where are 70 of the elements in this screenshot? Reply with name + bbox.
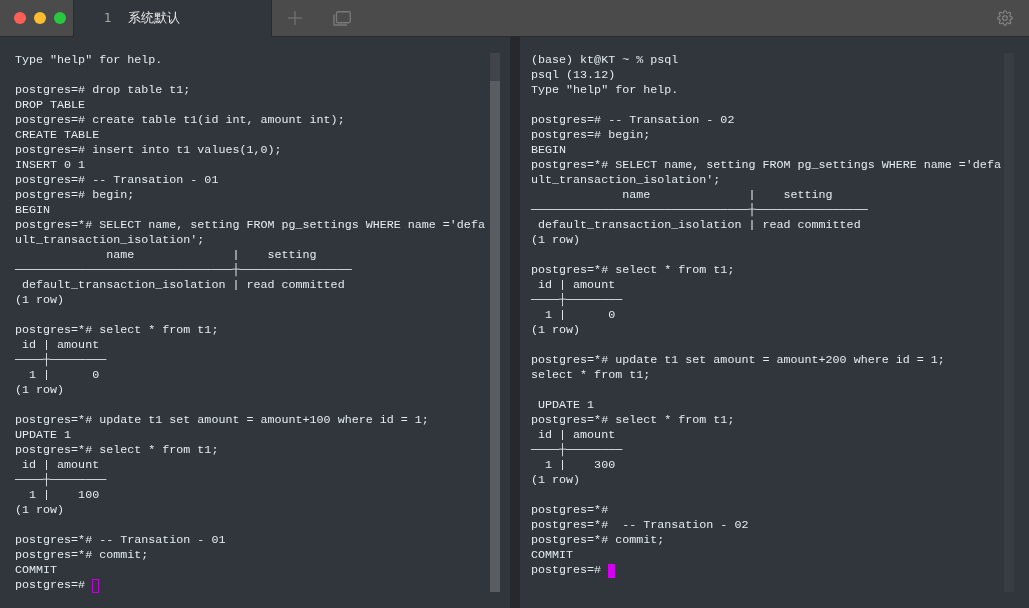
terminal-line: (1 row) bbox=[15, 383, 65, 398]
terminal-line: ────┼──────── bbox=[531, 443, 623, 458]
terminal-line: DROP TABLE bbox=[15, 98, 86, 113]
terminal-line: UPDATE 1 bbox=[537, 398, 595, 413]
terminal-line: postgres=# -- Transation - 02 bbox=[531, 113, 735, 128]
terminal-line: INSERT 0 1 bbox=[15, 158, 86, 173]
terminal-line: ───────────────────────────────┼──────────────── bbox=[15, 263, 352, 278]
terminal-line: BEGIN bbox=[15, 203, 51, 218]
terminal-line: postgres=# bbox=[15, 578, 86, 593]
settings-icon[interactable] bbox=[997, 10, 1013, 26]
terminal-line: postgres=*# SELECT name, setting FROM pg_settings WHERE name ='defa bbox=[531, 158, 1001, 173]
terminal-line: postgres=# begin; bbox=[15, 188, 135, 203]
close-button[interactable] bbox=[14, 12, 26, 24]
terminal-line: BEGIN bbox=[531, 143, 567, 158]
terminal-line: (1 row) bbox=[15, 503, 65, 518]
terminal-line: 1 | 300 bbox=[544, 458, 616, 473]
zoom-button[interactable] bbox=[54, 12, 66, 24]
terminal-line: name | setting bbox=[621, 188, 833, 203]
terminal-line: postgres=*# SELECT name, setting FROM pg_settings WHERE name ='defa bbox=[15, 218, 485, 233]
terminal-line: ult_transaction_isolation'; bbox=[531, 173, 721, 188]
terminal-line: postgres=*# select * from t1; bbox=[531, 413, 735, 428]
terminal-line: Type "help" for help. bbox=[15, 53, 163, 68]
terminal-line: postgres=*# commit; bbox=[531, 533, 665, 548]
terminal-line: postgres=*# -- Transation - 01 bbox=[15, 533, 226, 548]
terminal-line: id | amount bbox=[21, 458, 100, 473]
terminal-line: UPDATE 1 bbox=[15, 428, 72, 443]
terminal-line: postgres=# -- Transation - 01 bbox=[15, 173, 219, 188]
terminal-line: postgres=*# update t1 set amount = amount+200 where id = 1; bbox=[531, 353, 945, 368]
scrollbar[interactable] bbox=[490, 53, 500, 592]
terminal-line: (1 row) bbox=[531, 473, 581, 488]
terminal-line: default_transaction_isolation | read committed bbox=[21, 278, 345, 293]
terminal-line: postgres=# create table t1(id int, amount int); bbox=[15, 113, 345, 128]
terminal-line: (1 row) bbox=[531, 323, 581, 338]
terminal-line: postgres=*# select * from t1; bbox=[531, 263, 735, 278]
terminal-line: id | amount bbox=[537, 278, 616, 293]
terminal-line: postgres=*# -- Transation - 02 bbox=[531, 518, 749, 533]
terminal-line: id | amount bbox=[21, 338, 100, 353]
terminal-line: default_transaction_isolation | read committed bbox=[537, 218, 861, 233]
terminal-line: Type "help" for help. bbox=[531, 83, 679, 98]
terminal-line: postgres=# drop table t1; bbox=[15, 83, 191, 98]
windows-icon[interactable] bbox=[333, 10, 351, 26]
terminal-line: postgres=# insert into t1 values(1,0); bbox=[15, 143, 282, 158]
terminal-line: 1 | 0 bbox=[544, 308, 616, 323]
terminal-line: ────┼──────── bbox=[15, 353, 107, 368]
terminal-line: (base) kt@KT ~ % psql bbox=[531, 53, 679, 68]
terminal-line: psql (13.12) bbox=[531, 68, 616, 83]
terminal-line: select * from t1; bbox=[531, 368, 651, 383]
terminal-line: ────┼──────── bbox=[15, 473, 107, 488]
terminal-line: 1 | 100 bbox=[28, 488, 100, 503]
terminal-line: postgres=# begin; bbox=[531, 128, 651, 143]
terminal-line: (1 row) bbox=[15, 293, 65, 308]
terminal-line: COMMIT bbox=[531, 548, 574, 563]
terminal-line: (1 row) bbox=[531, 233, 581, 248]
terminal-line: ult_transaction_isolation'; bbox=[15, 233, 205, 248]
terminal-line: postgres=*# bbox=[531, 503, 609, 518]
terminal-line: name | setting bbox=[105, 248, 317, 263]
terminal-tab[interactable]: 1 系统默认 bbox=[73, 0, 272, 37]
terminal-line: postgres=*# select * from t1; bbox=[15, 443, 219, 458]
terminal-line: 1 | 0 bbox=[28, 368, 100, 383]
terminal-line: postgres=# bbox=[531, 563, 602, 578]
terminal-line: CREATE TABLE bbox=[15, 128, 100, 143]
terminal-line: id | amount bbox=[537, 428, 616, 443]
terminal-line: ───────────────────────────────┼──────────────── bbox=[531, 203, 868, 218]
terminal-line: postgres=*# commit; bbox=[15, 548, 149, 563]
plus-icon[interactable] bbox=[288, 11, 302, 25]
terminal-line: postgres=*# select * from t1; bbox=[15, 323, 219, 338]
terminal-line: COMMIT bbox=[15, 563, 58, 578]
terminal-line: ────┼──────── bbox=[531, 293, 623, 308]
minimize-button[interactable] bbox=[34, 12, 46, 24]
terminal-line: postgres=*# update t1 set amount = amount+100 where id = 1; bbox=[15, 413, 429, 428]
